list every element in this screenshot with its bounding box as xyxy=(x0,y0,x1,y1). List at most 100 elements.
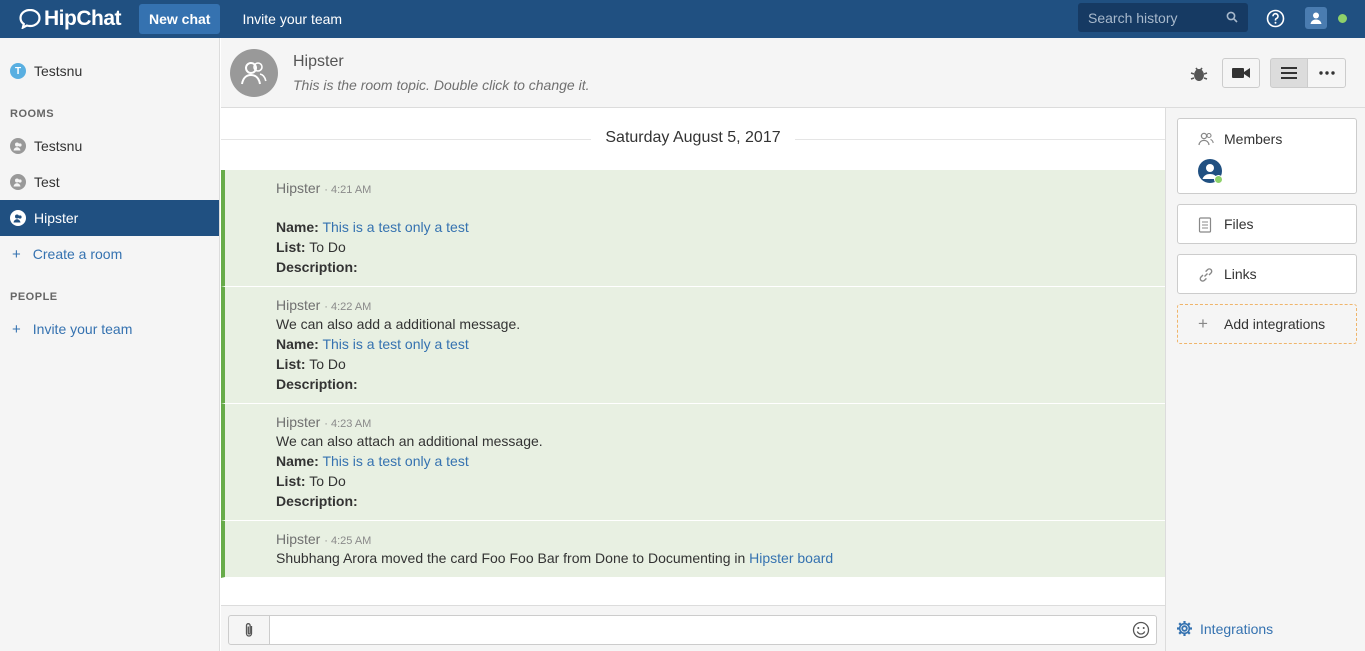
divider-line xyxy=(221,139,591,140)
message-description-line: Description: xyxy=(276,259,358,275)
message-text: We can also attach an additional message… xyxy=(276,433,543,449)
links-card[interactable]: Links xyxy=(1177,254,1357,294)
emoji-icon[interactable] xyxy=(1132,621,1150,639)
message-name-line: Name: This is a test only a test xyxy=(276,453,469,469)
list-value: To Do xyxy=(309,239,346,255)
message-list-line: List: To Do xyxy=(276,473,346,489)
sidebar-item-user-testsnu[interactable]: T Testsnu xyxy=(0,53,219,89)
files-label: Files xyxy=(1224,216,1254,232)
message-text-line: Shubhang Arora moved the card Foo Foo Ba… xyxy=(276,550,833,566)
message-header: Hipster · 4:22 AM xyxy=(276,297,372,313)
message-header: Hipster · 4:25 AM xyxy=(276,531,372,547)
members-card[interactable]: Members xyxy=(1177,118,1357,194)
room-header: Hipster This is the room topic. Double c… xyxy=(221,38,1365,108)
chat-history[interactable]: Saturday August 5, 2017 Hipster · 4:21 A… xyxy=(221,108,1165,605)
list-label: List: xyxy=(276,473,306,489)
message-description-line: Description: xyxy=(276,376,358,392)
add-integrations-card[interactable]: + Add integrations xyxy=(1177,304,1357,344)
logo-text: HipChat xyxy=(44,7,122,30)
date-divider: Saturday August 5, 2017 xyxy=(221,129,1165,149)
divider-line xyxy=(795,139,1165,140)
user-avatar[interactable] xyxy=(1305,7,1327,29)
message-name-line: Name: This is a test only a test xyxy=(276,219,469,235)
more-dots-icon xyxy=(1318,71,1335,75)
message-description-line: Description: xyxy=(276,493,358,509)
message-list-line: List: To Do xyxy=(276,239,346,255)
member-avatar[interactable] xyxy=(1198,159,1223,184)
message-sender[interactable]: Hipster xyxy=(276,297,320,313)
message-sender[interactable]: Hipster xyxy=(276,180,320,196)
list-label: List: xyxy=(276,356,306,372)
sidebar-item-label: Test xyxy=(34,174,60,190)
sidebar: T Testsnu ROOMS Testsnu Test Hipster + C… xyxy=(0,38,220,651)
board-link[interactable]: Hipster board xyxy=(749,550,833,566)
card-name-link[interactable]: This is a test only a test xyxy=(322,336,468,352)
invite-team-label: Invite your team xyxy=(32,321,133,337)
message-composer xyxy=(221,605,1165,651)
message-time: 4:22 AM xyxy=(330,301,372,313)
room-icon xyxy=(10,174,26,190)
message-group: Hipster · 4:23 AM We can also attach an … xyxy=(221,404,1165,521)
hipchat-logo[interactable]: HipChat xyxy=(19,7,122,31)
message-sender[interactable]: Hipster xyxy=(276,531,320,547)
message-time: 4:25 AM xyxy=(330,535,372,547)
description-label: Description: xyxy=(276,376,358,392)
list-value: To Do xyxy=(309,356,346,372)
message-input[interactable] xyxy=(269,615,1157,645)
integrations-link[interactable]: Integrations xyxy=(1176,620,1273,637)
message-text: Shubhang Arora moved the card Foo Foo Ba… xyxy=(276,550,750,566)
room-icon xyxy=(10,210,26,226)
list-value: To Do xyxy=(309,473,346,489)
card-name-link[interactable]: This is a test only a test xyxy=(322,219,468,235)
new-chat-button[interactable]: New chat xyxy=(139,4,221,34)
name-label: Name: xyxy=(276,453,319,469)
room-topic[interactable]: This is the room topic. Double click to … xyxy=(293,77,589,93)
user-icon xyxy=(1310,12,1322,24)
video-call-button[interactable] xyxy=(1222,58,1260,88)
message-time: 4:23 AM xyxy=(330,418,372,430)
notification-bug-icon[interactable] xyxy=(1189,64,1209,84)
online-status-dot[interactable] xyxy=(1337,13,1348,24)
create-room-link[interactable]: + Create a room xyxy=(0,239,219,269)
link-icon xyxy=(1199,268,1213,282)
paperclip-icon xyxy=(245,623,253,637)
user-initial-badge: T xyxy=(10,63,26,79)
rooms-header: ROOMS xyxy=(10,108,55,120)
sidebar-item-room-test[interactable]: Test xyxy=(0,164,219,200)
message-sender[interactable]: Hipster xyxy=(276,414,320,430)
sidebar-item-label: Testsnu xyxy=(34,63,83,79)
card-name-link[interactable]: This is a test only a test xyxy=(322,453,468,469)
message-list-line: List: To Do xyxy=(276,356,346,372)
plus-icon: + xyxy=(1198,314,1208,333)
invite-team-link[interactable]: Invite your team xyxy=(242,11,342,27)
members-label: Members xyxy=(1224,131,1283,147)
more-options-button[interactable] xyxy=(1307,58,1346,88)
room-avatar xyxy=(230,49,278,97)
top-bar: HipChat New chat Invite your team Search… xyxy=(0,0,1365,38)
sidebar-item-room-testsnu[interactable]: Testsnu xyxy=(0,128,219,164)
files-card[interactable]: Files xyxy=(1177,204,1357,244)
toggle-sidebar-button[interactable] xyxy=(1270,58,1308,88)
name-label: Name: xyxy=(276,336,319,352)
sidebar-item-label: Hipster xyxy=(34,210,79,226)
search-history-input[interactable]: Search history xyxy=(1078,3,1248,32)
help-icon[interactable] xyxy=(1266,9,1285,28)
message-header: Hipster · 4:21 AM xyxy=(276,180,372,196)
room-icon xyxy=(10,138,26,154)
plus-icon: + xyxy=(12,245,21,263)
date-label: Saturday August 5, 2017 xyxy=(595,129,791,147)
invite-team-sidebar-link[interactable]: + Invite your team xyxy=(0,314,219,344)
message-header: Hipster · 4:23 AM xyxy=(276,414,372,430)
name-label: Name: xyxy=(276,219,319,235)
attach-file-button[interactable] xyxy=(228,615,270,645)
sidebar-item-room-hipster[interactable]: Hipster xyxy=(0,200,219,236)
list-label: List: xyxy=(276,239,306,255)
list-icon xyxy=(1281,67,1297,79)
description-label: Description: xyxy=(276,493,358,509)
message-group: Hipster · 4:21 AM Name: This is a test o… xyxy=(221,170,1165,287)
message-name-line: Name: This is a test only a test xyxy=(276,336,469,352)
links-label: Links xyxy=(1224,266,1257,282)
gear-icon xyxy=(1177,621,1192,636)
people-header: PEOPLE xyxy=(10,291,58,303)
description-label: Description: xyxy=(276,259,358,275)
